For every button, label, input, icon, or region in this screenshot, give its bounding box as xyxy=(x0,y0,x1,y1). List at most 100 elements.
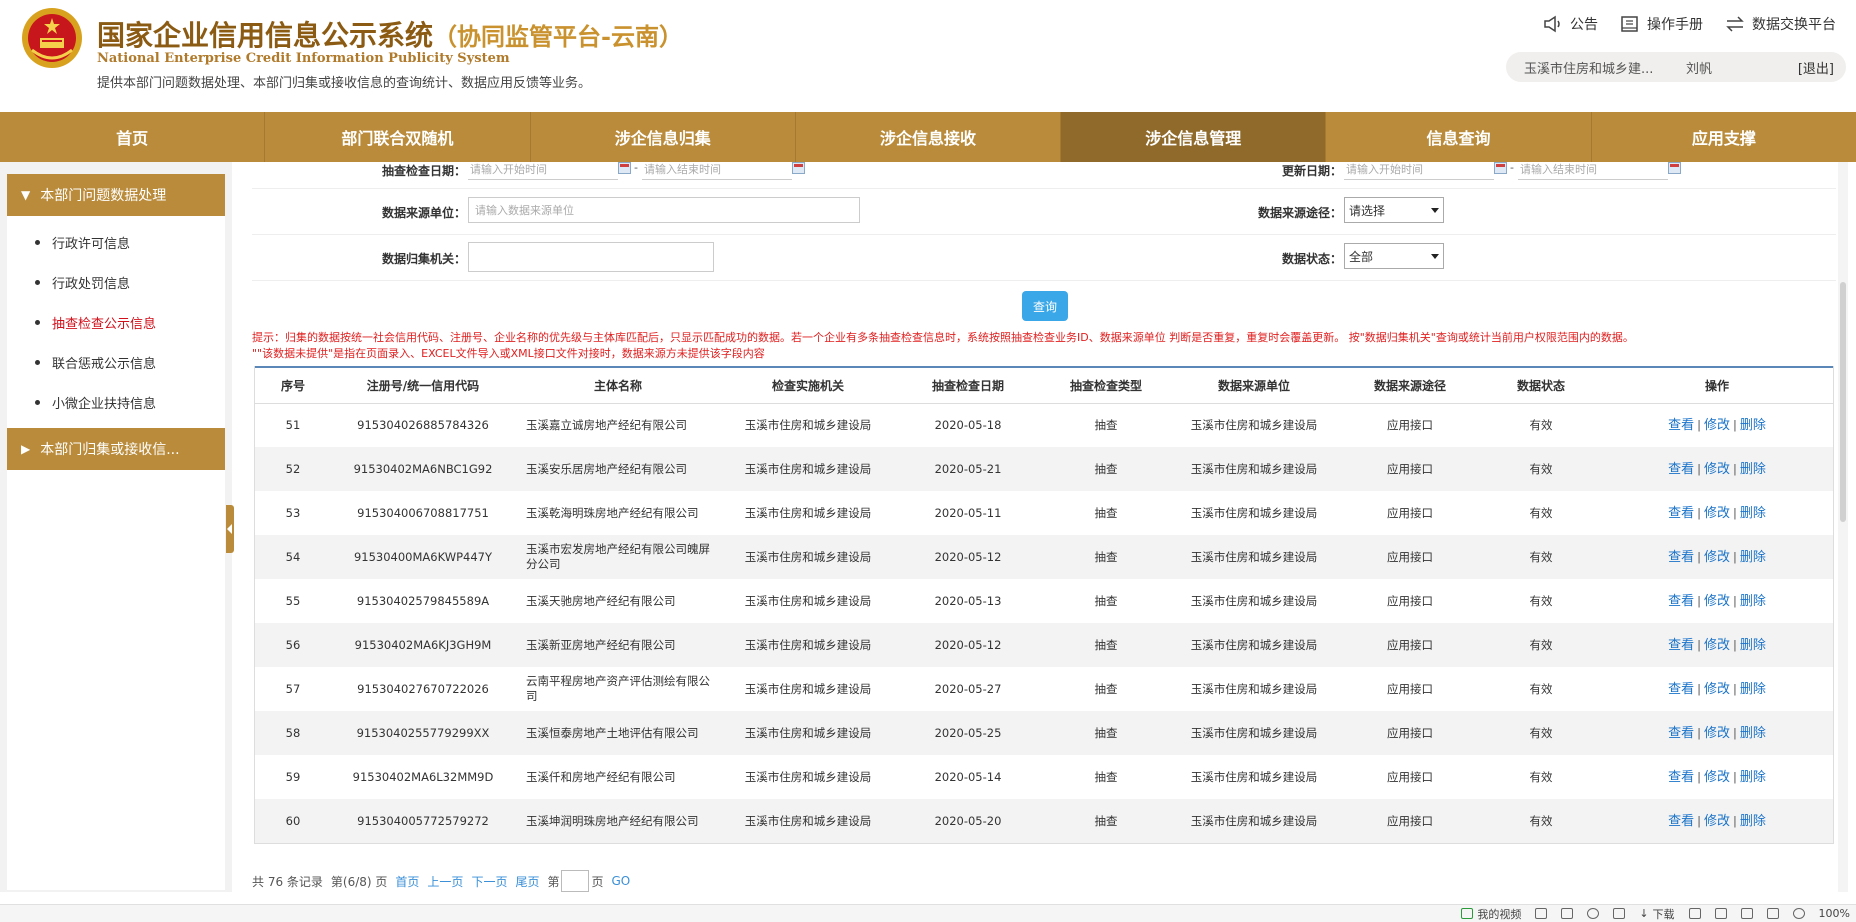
col-header-name: 主体名称 xyxy=(514,366,722,404)
delete-link[interactable]: 删除 xyxy=(1740,770,1766,785)
nav-item-receive[interactable]: 涉企信息接收 xyxy=(796,112,1062,162)
sidebar-collapse-handle[interactable] xyxy=(226,505,234,553)
view-link[interactable]: 查看 xyxy=(1668,550,1694,565)
update-date-start-input[interactable]: 请输入开始时间 xyxy=(1344,158,1494,180)
sidebar-item-inspection[interactable]: 抽查检查公示信息 xyxy=(7,302,225,342)
status-select[interactable]: 全部 xyxy=(1344,243,1444,269)
sidebar: ▼ 本部门问题数据处理 行政许可信息 行政处罚信息 抽查检查公示信息 联合惩戒公… xyxy=(0,162,232,892)
delete-link[interactable]: 删除 xyxy=(1740,594,1766,609)
cell-code: 915304005772579272 xyxy=(332,799,514,843)
sidebar-group-dept-collect[interactable]: ▶ 本部门归集或接收信... xyxy=(7,428,225,470)
edit-link[interactable]: 修改 xyxy=(1704,462,1730,477)
view-link[interactable]: 查看 xyxy=(1668,418,1694,433)
sidebar-group-dept-problem[interactable]: ▼ 本部门问题数据处理 xyxy=(7,174,225,216)
cell-status: 有效 xyxy=(1482,711,1600,755)
nav-item-management[interactable]: 涉企信息管理 xyxy=(1061,112,1327,162)
heart-icon[interactable] xyxy=(1587,908,1600,919)
delete-link[interactable]: 删除 xyxy=(1740,550,1766,565)
view-link[interactable]: 查看 xyxy=(1668,814,1694,829)
delete-link[interactable]: 删除 xyxy=(1740,418,1766,433)
edit-link[interactable]: 修改 xyxy=(1704,506,1730,521)
pager-prev[interactable]: 上一页 xyxy=(427,873,463,890)
main-scrollbar[interactable] xyxy=(1838,162,1848,892)
sidebar-item-discipline[interactable]: 联合惩戒公示信息 xyxy=(7,342,225,382)
action-separator: | xyxy=(1697,505,1701,520)
sidebar-item-license[interactable]: 行政许可信息 xyxy=(7,222,225,262)
edit-link[interactable]: 修改 xyxy=(1704,726,1730,741)
nav-item-collection[interactable]: 涉企信息归集 xyxy=(531,112,796,162)
action-separator: | xyxy=(1697,769,1701,784)
nav-item-support[interactable]: 应用支撑 xyxy=(1592,112,1856,162)
source-route-select[interactable]: 请选择 xyxy=(1344,197,1444,223)
pager-first[interactable]: 首页 xyxy=(395,873,419,890)
calendar-icon[interactable] xyxy=(792,162,805,174)
calendar-icon[interactable] xyxy=(1494,162,1507,174)
cell-status: 有效 xyxy=(1529,593,1553,608)
video-icon xyxy=(1461,908,1474,919)
view-link[interactable]: 查看 xyxy=(1668,462,1694,477)
nav-item-query[interactable]: 信息查询 xyxy=(1326,112,1592,162)
window-icon[interactable] xyxy=(1740,908,1753,919)
view-link[interactable]: 查看 xyxy=(1668,638,1694,653)
announcement-link[interactable]: 公告 xyxy=(1543,14,1598,34)
download-button[interactable]: ↓ 下载 xyxy=(1639,906,1674,922)
query-button[interactable]: 查询 xyxy=(1022,291,1068,321)
manual-link[interactable]: 操作手册 xyxy=(1620,14,1703,34)
delete-link[interactable]: 删除 xyxy=(1740,814,1766,829)
zoom-icon[interactable] xyxy=(1792,908,1805,919)
delete-link[interactable]: 删除 xyxy=(1740,638,1766,653)
edit-link[interactable]: 修改 xyxy=(1704,770,1730,785)
view-link[interactable]: 查看 xyxy=(1668,594,1694,609)
date-separator: - xyxy=(1510,161,1514,174)
delete-link[interactable]: 删除 xyxy=(1740,682,1766,697)
exchange-link[interactable]: 数据交换平台 xyxy=(1725,14,1836,34)
source-unit-input[interactable] xyxy=(468,197,860,223)
table-row: 59 91530402MA6L32MM9D 玉溪仟和房地产经纪有限公司 玉溪市住房和城… xyxy=(254,755,1834,799)
table-row: 60 915304005772579272 玉溪坤润明珠房地产经纪有限公司 玉溪市住房… xyxy=(254,799,1834,843)
pager-goto-input[interactable] xyxy=(561,870,590,892)
refresh-icon[interactable] xyxy=(1714,908,1727,919)
edit-link[interactable]: 修改 xyxy=(1704,638,1730,653)
check-date-end-input[interactable]: 请输入结束时间 xyxy=(642,158,792,180)
edit-link[interactable]: 修改 xyxy=(1704,418,1730,433)
pager-go-button[interactable]: GO xyxy=(612,874,631,888)
edit-link[interactable]: 修改 xyxy=(1704,814,1730,829)
image-icon[interactable] xyxy=(1561,908,1574,919)
calendar-icon[interactable] xyxy=(1668,162,1681,174)
logout-link[interactable]: [退出] xyxy=(1798,58,1834,77)
view-link[interactable]: 查看 xyxy=(1668,726,1694,741)
sound-icon[interactable] xyxy=(1766,908,1779,919)
view-link[interactable]: 查看 xyxy=(1668,682,1694,697)
scrollbar-thumb[interactable] xyxy=(1840,282,1846,522)
cell-org: 玉溪市住房和城乡建设局 xyxy=(722,711,894,755)
rocket-icon[interactable] xyxy=(1613,908,1626,919)
edit-link[interactable]: 修改 xyxy=(1704,594,1730,609)
collect-org-input[interactable] xyxy=(468,242,714,272)
pager-next[interactable]: 下一页 xyxy=(471,873,507,890)
scissors-icon[interactable] xyxy=(1688,908,1701,919)
edit-link[interactable]: 修改 xyxy=(1704,550,1730,565)
delete-link[interactable]: 删除 xyxy=(1740,462,1766,477)
bullet-icon xyxy=(35,319,40,325)
delete-link[interactable]: 删除 xyxy=(1740,726,1766,741)
nav-item-double-random[interactable]: 部门联合双随机 xyxy=(265,112,531,162)
pager-last[interactable]: 尾页 xyxy=(515,873,539,890)
sidebar-item-smb-support[interactable]: 小微企业扶持信息 xyxy=(7,382,225,422)
edit-link[interactable]: 修改 xyxy=(1704,682,1730,697)
delete-link[interactable]: 删除 xyxy=(1740,506,1766,521)
cell-type: 抽查 xyxy=(1094,769,1118,784)
zoom-level[interactable]: 100% xyxy=(1819,907,1850,920)
calendar-icon[interactable] xyxy=(618,162,631,174)
cell-code: 91530402MA6L32MM9D xyxy=(352,769,494,784)
nav-item-home[interactable]: 首页 xyxy=(0,112,266,162)
view-link[interactable]: 查看 xyxy=(1668,770,1694,785)
chevron-down-icon xyxy=(1431,207,1439,213)
action-separator: | xyxy=(1697,417,1701,432)
update-date-end-input[interactable]: 请输入结束时间 xyxy=(1518,158,1668,180)
view-link[interactable]: 查看 xyxy=(1668,506,1694,521)
my-video-button[interactable]: 我的视频 xyxy=(1461,906,1521,922)
sidebar-item-penalty[interactable]: 行政处罚信息 xyxy=(7,262,225,302)
system-title: 国家企业信用信息公示系统（协同监管平台-云南） xyxy=(97,14,683,54)
shield-icon[interactable] xyxy=(1535,908,1548,919)
check-date-start-input[interactable]: 请输入开始时间 xyxy=(468,158,618,180)
